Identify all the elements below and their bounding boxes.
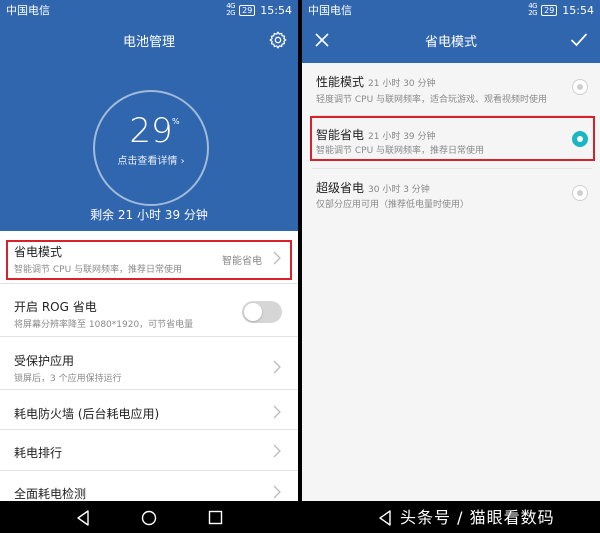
list-item-title: 耗电排行: [14, 446, 63, 460]
highlight-box: [6, 240, 292, 280]
chevron-right-icon: [273, 405, 281, 419]
radio-dot: [577, 190, 583, 196]
battery-percent: 29: [129, 111, 173, 151]
radio-super-saving[interactable]: [572, 185, 588, 201]
battery-icon: 29: [541, 4, 558, 16]
option-title: 超级省电 30 小时 3 分钟: [316, 181, 430, 195]
option-duration: 21 小时 30 分钟: [368, 79, 436, 89]
view-details-link[interactable]: 点击查看详情 ›: [0, 152, 298, 167]
status-time: 15:54: [562, 3, 594, 17]
rog-toggle[interactable]: [242, 301, 282, 323]
remaining-time: 剩余 21 小时 39 分钟: [90, 208, 208, 222]
signal-icon: 4G 2G: [528, 2, 538, 17]
list-item-consumption-ranking[interactable]: 耗电排行: [0, 430, 298, 471]
page-title: 省电模式: [424, 35, 477, 50]
chevron-right-icon: [273, 485, 281, 499]
option-title: 性能模式 21 小时 30 分钟: [316, 75, 436, 89]
page-title: 电池管理: [122, 35, 175, 50]
status-bar: 中国电信 4G 2G 29 15:54: [0, 0, 298, 20]
option-performance-mode[interactable]: 性能模式 21 小时 30 分钟 轻度调节 CPU 与联网频率，适合玩游戏、观看视…: [302, 63, 600, 115]
option-super-saving[interactable]: 超级省电 30 小时 3 分钟 仅部分应用可用（推荐低电量时使用）: [302, 169, 600, 221]
percent-sign: %: [172, 117, 180, 126]
radio-dot: [577, 84, 583, 90]
list-item-rog[interactable]: 开启 ROG 省电 将屏幕分辨率降至 1080*1920，可节省电量: [0, 284, 298, 337]
list-item-subtitle: 将屏幕分辨率降至 1080*1920，可节省电量: [14, 320, 194, 330]
battery-management-screen: 中国电信 4G 2G 29 15:54 电池管理 29 % 点击查看详情 › 剩…: [0, 0, 298, 533]
battery-icon: 29: [239, 4, 256, 16]
chevron-right-icon: [273, 360, 281, 374]
status-bar: 中国电信 4G 2G 29 15:54: [302, 0, 600, 20]
option-duration: 30 小时 3 分钟: [368, 185, 430, 195]
back-icon[interactable]: [378, 510, 392, 526]
watermark: 头条号 / 猫眼看数码: [400, 508, 555, 527]
list-item-power-firewall[interactable]: 耗电防火墙 (后台耗电应用): [0, 390, 298, 430]
carrier-name: 中国电信: [6, 4, 50, 17]
confirm-check-icon[interactable]: [570, 32, 588, 48]
home-icon[interactable]: [141, 510, 157, 526]
list-item-title: 开启 ROG 省电: [14, 300, 97, 314]
back-icon[interactable]: [76, 510, 90, 526]
list-item-title: 耗电防火墙 (后台耗电应用): [14, 407, 160, 421]
list-item-title: 全面耗电检测: [14, 487, 87, 501]
recent-apps-icon[interactable]: [208, 510, 223, 525]
nav-bar: [0, 501, 298, 533]
toggle-knob: [244, 303, 262, 321]
power-mode-screen: 中国电信 4G 2G 29 15:54 省电模式 性能模式 21 小时 30 分钟…: [302, 0, 600, 533]
status-time: 15:54: [260, 3, 292, 17]
signal-icon: 4G 2G: [226, 2, 236, 17]
radio-performance[interactable]: [572, 79, 588, 95]
chevron-right-icon: [273, 444, 281, 458]
carrier-name: 中国电信: [308, 4, 352, 17]
gear-icon[interactable]: [268, 30, 288, 50]
list-item-protected-apps[interactable]: 受保护应用 锁屏后，3 个应用保持运行: [0, 337, 298, 390]
list-item-title: 受保护应用: [14, 354, 75, 368]
highlight-box: [310, 116, 595, 161]
option-subtitle: 轻度调节 CPU 与联网频率，适合玩游戏、观看视频时使用: [316, 95, 548, 105]
list-item-subtitle: 锁屏后，3 个应用保持运行: [14, 374, 122, 384]
option-subtitle: 仅部分应用可用（推荐低电量时使用）: [316, 200, 470, 210]
